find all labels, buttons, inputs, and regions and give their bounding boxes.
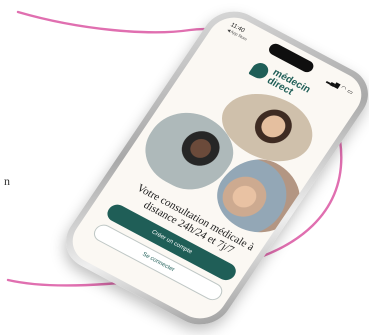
battery-icon: ▭ (345, 88, 355, 96)
signal-icon: ▂▄▆ (325, 77, 342, 89)
cropped-text: n (4, 174, 10, 188)
marketing-scene: n 11:40 ◀ App Store ▂▄▆ ◠ ▭ médecin dire… (0, 0, 369, 335)
